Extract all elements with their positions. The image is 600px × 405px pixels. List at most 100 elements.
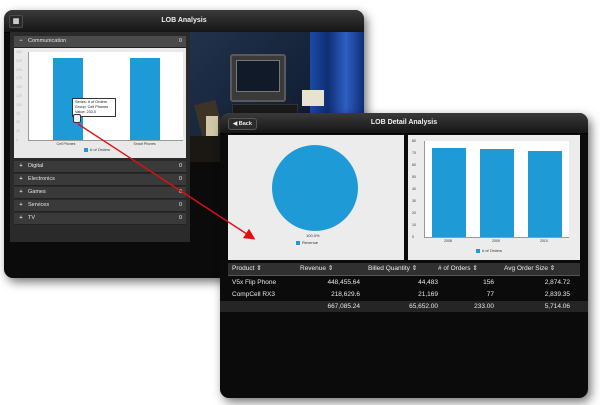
y-tick-label: 0 <box>16 138 18 142</box>
y-tick-label: 50 <box>412 175 416 179</box>
category-count: 0 <box>178 176 182 182</box>
category-count: 0 <box>178 202 182 208</box>
grid-icon[interactable]: ▦ <box>9 15 23 28</box>
category-count: 0 <box>178 38 182 44</box>
minus-icon: − <box>19 38 23 44</box>
y-tick-label: 30 <box>412 199 416 203</box>
table-cell: 667,085.24 <box>327 303 360 310</box>
bar-group <box>425 141 569 237</box>
pie-legend: Revenue <box>296 240 318 245</box>
lob-detail-screen: ◀ Back LOB Detail Analysis 100.0% Revenu… <box>220 113 588 398</box>
category-label: Services <box>28 202 50 208</box>
category-row-digital[interactable]: + Digital 0 <box>14 161 186 173</box>
column-header[interactable]: Avg Order Size ⇕ <box>504 263 555 275</box>
category-count: 0 <box>178 163 182 169</box>
bar-2010[interactable] <box>528 150 562 237</box>
y-tick-label: 50 <box>16 120 20 125</box>
y-tick-label: 60 <box>412 163 416 167</box>
legend-swatch <box>476 248 480 253</box>
y-tick-label: 125 <box>16 94 22 98</box>
y-tick-label: 250 <box>16 50 22 54</box>
table-cell: 2,839.35 <box>544 291 570 298</box>
table-cell: CompCell RX3 <box>232 291 275 298</box>
back-arrow-icon: ◀ <box>233 121 238 127</box>
y-tick-label: 25 <box>16 129 20 134</box>
y-tick-label: 225 <box>16 58 22 63</box>
revenue-pie-panel: 100.0% Revenue <box>228 135 404 260</box>
category-label: Electronics <box>28 176 55 182</box>
x-tick-label: 2008 <box>444 239 452 243</box>
y-tick-label: 40 <box>412 187 416 191</box>
table-row[interactable]: V5x Flip Phone 448,455.64 44,483 156 2,874.7… <box>220 277 588 288</box>
category-row-communication[interactable]: − Communication 0 <box>14 36 186 48</box>
y-tick-label: 200 <box>16 67 22 72</box>
category-count: 0 <box>178 215 182 221</box>
legend-text: # of Orders <box>90 147 111 152</box>
column-header[interactable]: Product ⇕ <box>232 263 262 275</box>
legend-swatch <box>84 147 88 152</box>
year-legend-text: # of Orders <box>482 248 503 253</box>
lob-title: LOB Analysis <box>161 17 207 24</box>
y-tick-label: 175 <box>16 76 22 81</box>
orders-chart-area: 250 225 200 175 150 125 100 75 50 25 0 Cell Phones… <box>14 48 186 158</box>
plus-icon: + <box>19 189 23 195</box>
bar-2009[interactable] <box>480 149 514 237</box>
year-legend: # of Orders <box>476 248 502 253</box>
table-cell: 5,714.06 <box>544 303 570 310</box>
table-row[interactable]: CompCell RX3 218,629.6 21,169 77 2,839.35 <box>220 289 588 300</box>
table-cell: 448,455.64 <box>327 279 360 286</box>
legend-swatch <box>296 240 300 245</box>
paper-box <box>302 90 324 106</box>
back-button[interactable]: ◀ Back <box>228 118 257 130</box>
category-row-electronics[interactable]: + Electronics 0 <box>14 174 186 186</box>
x-tick-label: 2009 <box>492 239 500 243</box>
table-cell: V5x Flip Phone <box>232 279 277 286</box>
table-row[interactable]: 667,085.24 65,652.00 233.00 5,714.06 <box>220 301 588 312</box>
plus-icon: + <box>19 176 23 182</box>
table-cell: 233.00 <box>474 303 494 310</box>
category-label: Games <box>28 189 46 195</box>
orders-chart-plot <box>28 52 183 141</box>
y-tick-label: 150 <box>16 85 22 90</box>
column-header[interactable]: Revenue ⇕ <box>300 263 333 275</box>
chart-legend: # of Orders <box>84 147 110 152</box>
lob-title-bar: ▦ LOB Analysis <box>4 10 364 33</box>
bar-2008[interactable] <box>432 148 466 237</box>
detail-title-bar: ◀ Back LOB Detail Analysis <box>220 113 588 134</box>
category-count: 0 <box>178 189 182 195</box>
table-cell: 44,483 <box>418 279 438 286</box>
old-monitor-icon <box>230 54 286 102</box>
plus-icon: + <box>19 163 23 169</box>
monitor-screen <box>236 60 280 92</box>
y-tick-label: 10 <box>412 223 416 227</box>
column-header[interactable]: # of Orders ⇕ <box>438 263 478 275</box>
x-tick-label: 2010 <box>540 239 548 243</box>
orders-by-year-panel: 80 70 60 50 40 30 20 10 0 2008 2009 2010 # of Orde… <box>408 135 580 260</box>
plus-icon: + <box>19 202 23 208</box>
x-tick-label: Cell Phones <box>56 142 76 146</box>
table-cell: 65,652.00 <box>409 303 438 310</box>
table-header-row: Product ⇕ Revenue ⇕ Billed Quantity ⇕ # of … <box>220 263 588 275</box>
bar-group <box>29 52 183 140</box>
category-row-tv[interactable]: + TV 0 <box>14 213 186 225</box>
revenue-pie <box>272 145 358 231</box>
y-tick-label: 75 <box>16 111 20 116</box>
table-cell: 156 <box>483 279 494 286</box>
table-cell: 2,874.72 <box>544 279 570 286</box>
table-cell: 77 <box>486 291 494 298</box>
pie-legend-text: Revenue <box>302 240 319 245</box>
category-row-services[interactable]: + Services 0 <box>14 200 186 212</box>
category-row-games[interactable]: + Games 0 <box>14 187 186 199</box>
pie-percent-label: 100.0% <box>306 233 320 238</box>
table-cell: 218,629.6 <box>331 291 360 298</box>
category-label: Communication <box>28 38 67 44</box>
year-chart-plot <box>424 141 569 238</box>
y-tick-label: 0 <box>412 235 414 239</box>
column-header[interactable]: Billed Quantity ⇕ <box>368 263 417 275</box>
bar-smart-phones[interactable] <box>129 57 160 140</box>
category-label: Digital <box>28 163 44 169</box>
category-label: TV <box>28 215 36 221</box>
back-label: Back <box>238 121 252 127</box>
table-cell: 21,169 <box>418 291 438 298</box>
detail-title: LOB Detail Analysis <box>370 119 438 126</box>
